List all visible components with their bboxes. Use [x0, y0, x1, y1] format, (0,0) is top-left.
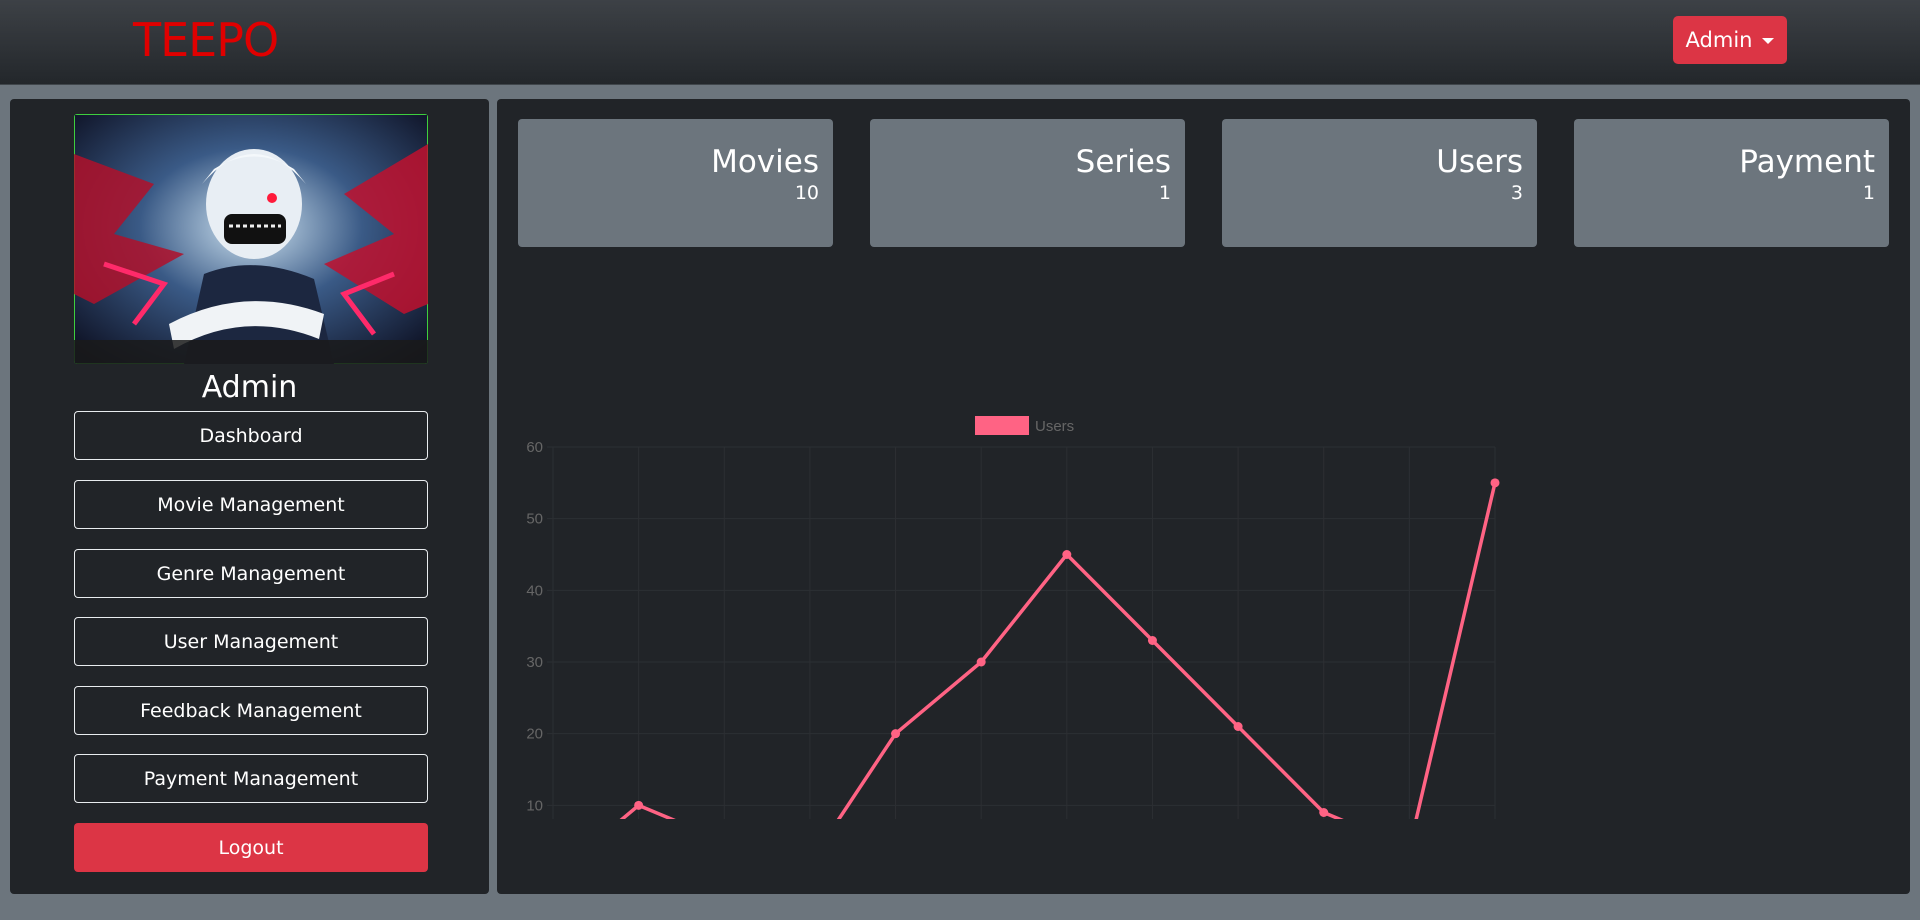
logout-button[interactable]: Logout: [74, 823, 428, 872]
users-line-chart: 0102030405060JanuaryFebruaryMarchAprilMa…: [497, 309, 1597, 909]
y-tick-label: 20: [526, 726, 543, 743]
y-tick-label: 50: [526, 511, 543, 528]
data-point: [1490, 478, 1500, 488]
admin-dropdown-button[interactable]: Admin: [1673, 16, 1787, 64]
dashboard-main: Movies 10 Series 1 Users 3 Payment 1 010…: [497, 99, 1910, 909]
nav-genre-management[interactable]: Genre Management: [74, 549, 428, 598]
legend-label: Users: [1035, 418, 1074, 435]
y-tick-label: 10: [526, 797, 543, 814]
top-navbar: TEEPO Admin: [0, 0, 1920, 84]
data-point: [1233, 722, 1243, 731]
data-point: [891, 729, 901, 739]
stat-title: Payment: [1739, 144, 1875, 180]
stat-title: Series: [1075, 144, 1171, 180]
nav-movie-management[interactable]: Movie Management: [74, 480, 428, 529]
stat-title: Movies: [711, 144, 819, 180]
nav-payment-management[interactable]: Payment Management: [74, 754, 428, 803]
series-line-users: [551, 482, 1497, 879]
avatar: [74, 114, 428, 364]
data-point: [634, 800, 644, 810]
stat-value: 10: [794, 182, 819, 204]
nav-dashboard[interactable]: Dashboard: [74, 411, 428, 460]
y-tick-label: 30: [526, 654, 543, 671]
sidebar: Admin Dashboard Movie Management Genre M…: [10, 99, 489, 894]
nav-feedback-management[interactable]: Feedback Management: [74, 686, 428, 735]
stat-value: 1: [1158, 182, 1171, 204]
stat-card-users[interactable]: Users 3: [1222, 119, 1537, 247]
stat-card-series[interactable]: Series 1: [870, 119, 1185, 247]
chevron-down-icon: [1762, 38, 1775, 44]
data-point: [976, 657, 986, 667]
stat-title: Users: [1436, 144, 1523, 180]
data-point: [1062, 550, 1072, 559]
y-tick-label: 60: [526, 439, 543, 456]
y-tick-label: 40: [526, 582, 543, 599]
brand-logo[interactable]: TEEPO: [133, 12, 279, 68]
stat-card-payment[interactable]: Payment 1: [1574, 119, 1889, 247]
chart-svg: 0102030405060JanuaryFebruaryMarchAprilMa…: [526, 416, 1530, 909]
profile-name: Admin: [201, 370, 298, 405]
legend-swatch: [975, 416, 1029, 435]
stat-value: 1: [1862, 182, 1875, 204]
data-point: [1319, 808, 1329, 817]
nav-user-management[interactable]: User Management: [74, 617, 428, 666]
stat-card-movies[interactable]: Movies 10: [518, 119, 833, 247]
admin-dropdown-label: Admin: [1685, 28, 1753, 52]
stat-value: 3: [1510, 182, 1523, 204]
data-point: [1147, 636, 1157, 645]
